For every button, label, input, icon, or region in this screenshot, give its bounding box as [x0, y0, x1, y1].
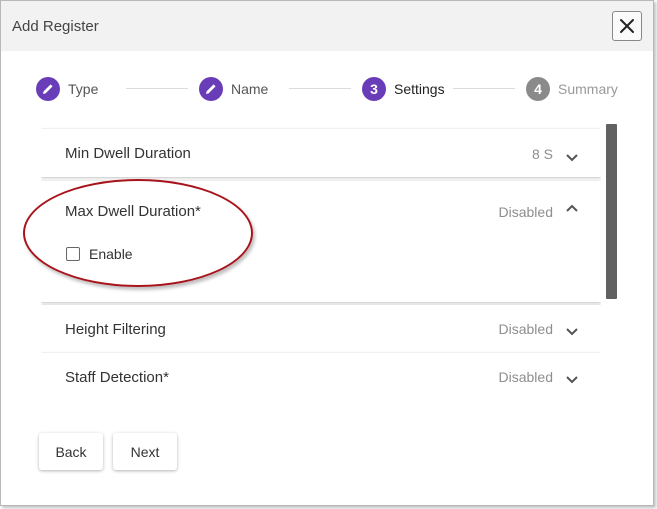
- back-button[interactable]: Back: [39, 433, 103, 470]
- step-settings-label: Settings: [394, 81, 445, 97]
- close-button[interactable]: [612, 11, 642, 41]
- panel-title: Min Dwell Duration: [65, 145, 191, 162]
- step-summary[interactable]: 4 Summary: [526, 73, 618, 105]
- step-name-label: Name: [231, 81, 269, 97]
- panel-height-filtering[interactable]: Height Filtering Disabled: [41, 305, 601, 353]
- panel-title[interactable]: Max Dwell Duration*: [65, 203, 201, 220]
- stepper: Type Name 3 Settings 4 Summary: [1, 73, 653, 105]
- panel-max-dwell-duration: Max Dwell Duration* Disabled Enable: [41, 181, 601, 302]
- add-register-dialog: Add Register Type Name 3 Settings 4 Summ…: [0, 0, 654, 506]
- step-name[interactable]: Name: [199, 73, 268, 105]
- pencil-icon: [206, 84, 216, 94]
- dialog-titlebar: Add Register: [1, 1, 653, 51]
- step-connector: [453, 88, 515, 89]
- pencil-icon: [43, 84, 53, 94]
- panel-title: Staff Detection*: [65, 369, 169, 386]
- panel-min-dwell-duration[interactable]: Min Dwell Duration 8 S: [41, 129, 601, 177]
- panel-value: Disabled: [498, 369, 553, 385]
- next-button[interactable]: Next: [113, 433, 177, 470]
- panel-value: 8 S: [531, 146, 553, 162]
- panel-title: Height Filtering: [65, 321, 166, 338]
- step-name-circle: [199, 77, 223, 101]
- panel-staff-detection[interactable]: Staff Detection* Disabled: [41, 353, 601, 411]
- enable-checkbox[interactable]: [66, 247, 80, 261]
- step-summary-circle: 4: [526, 77, 550, 101]
- step-summary-label: Summary: [558, 81, 618, 97]
- panel-value: Disabled: [498, 204, 553, 220]
- settings-scroll-area[interactable]: Min Dwell Duration 8 S Max Dwell Duratio…: [41, 127, 601, 411]
- dialog-title: Add Register: [12, 18, 99, 35]
- chevron-up-icon[interactable]: [565, 203, 579, 213]
- panel-value: Disabled: [498, 321, 553, 337]
- chevron-down-icon: [566, 328, 578, 336]
- step-connector: [126, 88, 188, 89]
- step-settings-circle: 3: [362, 77, 386, 101]
- step-settings[interactable]: 3 Settings: [362, 73, 445, 105]
- scrollbar-thumb[interactable]: [606, 124, 617, 299]
- close-x-icon: [620, 19, 634, 33]
- step-type[interactable]: Type: [36, 73, 98, 105]
- chevron-down-icon: [566, 376, 578, 384]
- chevron-down-icon: [566, 154, 578, 162]
- step-connector: [289, 88, 351, 89]
- step-type-label: Type: [68, 81, 99, 97]
- step-type-circle: [36, 77, 60, 101]
- enable-checkbox-label[interactable]: Enable: [89, 246, 133, 262]
